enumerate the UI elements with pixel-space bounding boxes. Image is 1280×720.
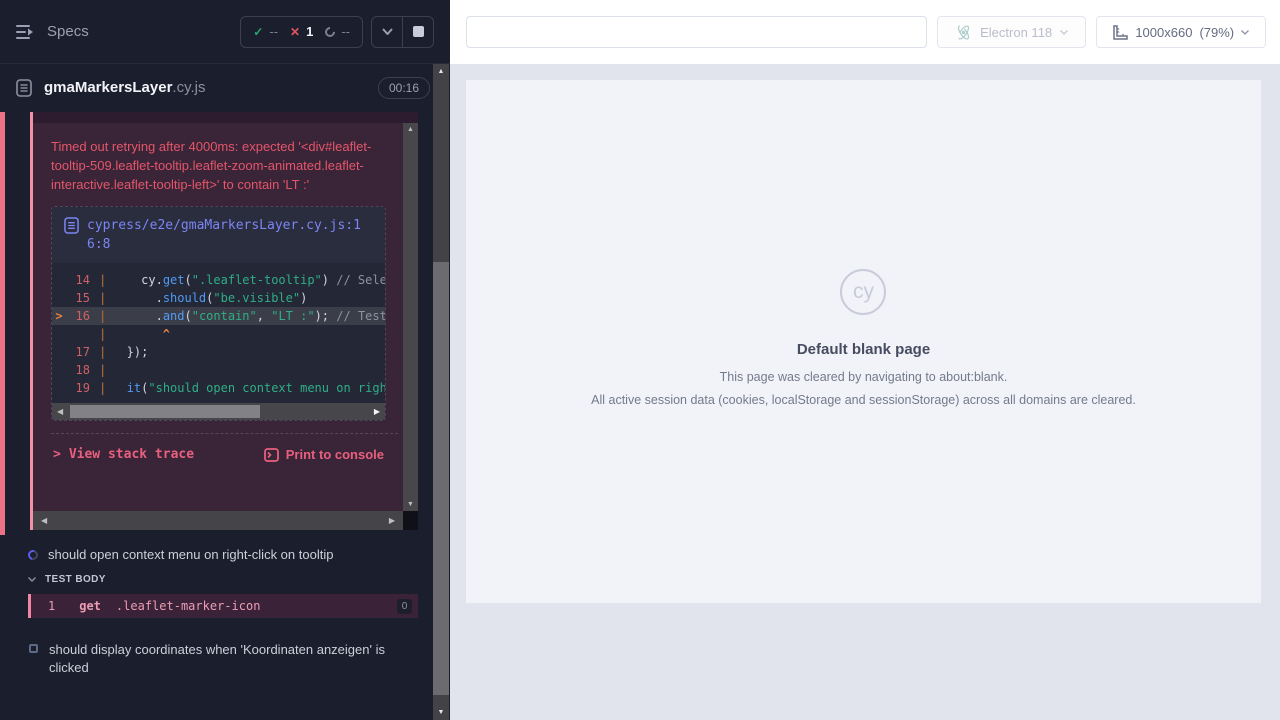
pending-circle-icon xyxy=(323,24,337,38)
preview-toolbar: Electron 118 1000x660 (79%) xyxy=(450,0,1280,64)
app-preview-area: Electron 118 1000x660 (79%) xyxy=(450,0,1280,720)
sidebar-scrollbar[interactable]: ▲ ▼ xyxy=(433,64,449,720)
test-title: should display coordinates when 'Koordin… xyxy=(49,641,389,677)
view-stack-trace-button[interactable]: >View stack trace xyxy=(53,447,194,462)
scroll-right-icon[interactable]: ▶ xyxy=(389,516,395,525)
ruler-icon xyxy=(1113,25,1128,40)
print-to-console-button[interactable]: Print to console xyxy=(264,447,384,462)
viewport-size: 1000x660 xyxy=(1135,25,1192,40)
error-vertical-scrollbar[interactable]: ▲ ▼ xyxy=(403,123,418,511)
reporter-sidebar: Specs ✓ -- ✕ 1 -- xyxy=(0,0,450,720)
spec-duration-badge: 00:16 xyxy=(378,77,430,99)
code-line: | ^ xyxy=(52,325,385,343)
code-lines: 14| cy.get(".leaflet-tooltip") // Sele15… xyxy=(52,263,385,403)
error-message: Timed out retrying after 4000ms: expecte… xyxy=(51,137,389,194)
spec-extension: .cy.js xyxy=(172,79,205,96)
scroll-up-icon[interactable]: ▲ xyxy=(433,68,449,75)
run-controls xyxy=(371,16,434,48)
blank-page-message: cy Default blank page This page was clea… xyxy=(591,269,1136,408)
scrollbar-thumb[interactable] xyxy=(70,405,260,418)
code-line: >16| .and("contain", "LT :"); // Test xyxy=(52,307,385,325)
failed-attempt-strip xyxy=(0,112,5,535)
error-panel-top xyxy=(33,112,418,123)
scroll-up-icon[interactable]: ▲ xyxy=(403,126,418,133)
browser-label: Electron 118 xyxy=(980,25,1052,40)
stat-failed: ✕ 1 xyxy=(290,24,313,39)
stat-passed: ✓ -- xyxy=(253,24,278,39)
blank-page-line1: This page was cleared by navigating to a… xyxy=(591,369,1136,385)
code-line: 15| .should("be.visible") xyxy=(52,289,385,307)
electron-icon xyxy=(955,24,972,41)
viewport-zoom: (79%) xyxy=(1199,25,1234,40)
chevron-down-icon xyxy=(1060,30,1068,35)
scroll-down-icon[interactable]: ▼ xyxy=(433,709,449,716)
test-error-panel: Timed out retrying after 4000ms: expecte… xyxy=(30,112,418,530)
command-selector: .leaflet-marker-icon xyxy=(116,599,261,613)
url-input[interactable] xyxy=(466,16,927,48)
caret-right-icon: > xyxy=(53,447,61,462)
error-actions: >View stack trace Print to console xyxy=(33,434,418,462)
spec-file-icon xyxy=(16,79,32,97)
passed-count: -- xyxy=(269,24,278,39)
error-file-link[interactable]: cypress/e2e/gmaMarkersLayer.cy.js:16:8 xyxy=(87,216,373,254)
scrollbar-thumb[interactable] xyxy=(433,262,449,695)
command-method: get xyxy=(79,599,101,613)
code-line: 17| }); xyxy=(52,343,385,361)
code-line: 14| cy.get(".leaflet-tooltip") // Sele xyxy=(52,271,385,289)
pending-box-icon xyxy=(29,644,38,653)
reporter-header: Specs ✓ -- ✕ 1 -- xyxy=(0,0,450,64)
running-spinner-icon xyxy=(26,548,40,562)
viewport-select[interactable]: 1000x660 (79%) xyxy=(1096,16,1266,48)
preview-stage: cy Default blank page This page was clea… xyxy=(450,64,1280,720)
code-file-icon xyxy=(64,217,79,234)
blank-page-title: Default blank page xyxy=(591,341,1136,358)
test-item-running[interactable]: should open context menu on right-click … xyxy=(28,546,414,564)
test-body-section[interactable]: TEST BODY xyxy=(28,574,106,585)
scroll-down-icon[interactable]: ▼ xyxy=(403,501,418,508)
code-frame-header[interactable]: cypress/e2e/gmaMarkersLayer.cy.js:16:8 xyxy=(52,207,385,263)
stat-pending: -- xyxy=(325,24,350,39)
command-log-row[interactable]: 1 get .leaflet-marker-icon 0 xyxy=(28,594,418,618)
cypress-app: Specs ✓ -- ✕ 1 -- xyxy=(0,0,1280,720)
browser-select[interactable]: Electron 118 xyxy=(937,16,1087,48)
x-icon: ✕ xyxy=(290,25,300,39)
test-stats: ✓ -- ✕ 1 -- xyxy=(240,16,363,48)
code-line: 19| it("should open context menu on righ xyxy=(52,379,385,397)
test-item-pending[interactable]: should display coordinates when 'Koordin… xyxy=(29,641,389,677)
pending-count: -- xyxy=(341,24,350,39)
spec-name: gmaMarkersLayer.cy.js xyxy=(44,79,205,96)
collapse-all-button[interactable] xyxy=(372,17,402,47)
aut-iframe: cy Default blank page This page was clea… xyxy=(466,80,1261,603)
chevron-down-icon xyxy=(1241,30,1249,35)
stop-button[interactable] xyxy=(403,17,433,47)
console-icon xyxy=(264,448,279,462)
specs-title: Specs xyxy=(47,23,89,40)
scroll-left-icon[interactable]: ◀ xyxy=(41,516,47,525)
error-horizontal-scrollbar[interactable]: ◀ ▶ xyxy=(33,511,403,530)
check-icon: ✓ xyxy=(253,25,263,39)
code-line: 18| xyxy=(52,361,385,379)
chevron-down-icon xyxy=(382,28,393,35)
spec-row[interactable]: gmaMarkersLayer.cy.js 00:16 xyxy=(0,64,450,111)
chevron-down-icon xyxy=(28,577,36,582)
specs-menu-icon[interactable] xyxy=(16,25,34,39)
test-body-label: TEST BODY xyxy=(45,574,106,585)
stop-icon xyxy=(413,26,424,37)
code-frame: cypress/e2e/gmaMarkersLayer.cy.js:16:8 1… xyxy=(51,206,386,421)
code-horizontal-scrollbar[interactable]: ◀ ▶ xyxy=(52,403,385,420)
scrollbar-corner xyxy=(403,511,418,530)
failed-count: 1 xyxy=(306,24,313,39)
cypress-logo: cy xyxy=(840,269,886,315)
command-number: 1 xyxy=(48,599,55,613)
scroll-left-icon[interactable]: ◀ xyxy=(57,407,63,416)
command-yield-badge: 0 xyxy=(397,599,412,614)
scroll-right-icon[interactable]: ▶ xyxy=(374,407,380,416)
blank-page-line2: All active session data (cookies, localS… xyxy=(591,392,1136,408)
test-title: should open context menu on right-click … xyxy=(48,546,333,564)
